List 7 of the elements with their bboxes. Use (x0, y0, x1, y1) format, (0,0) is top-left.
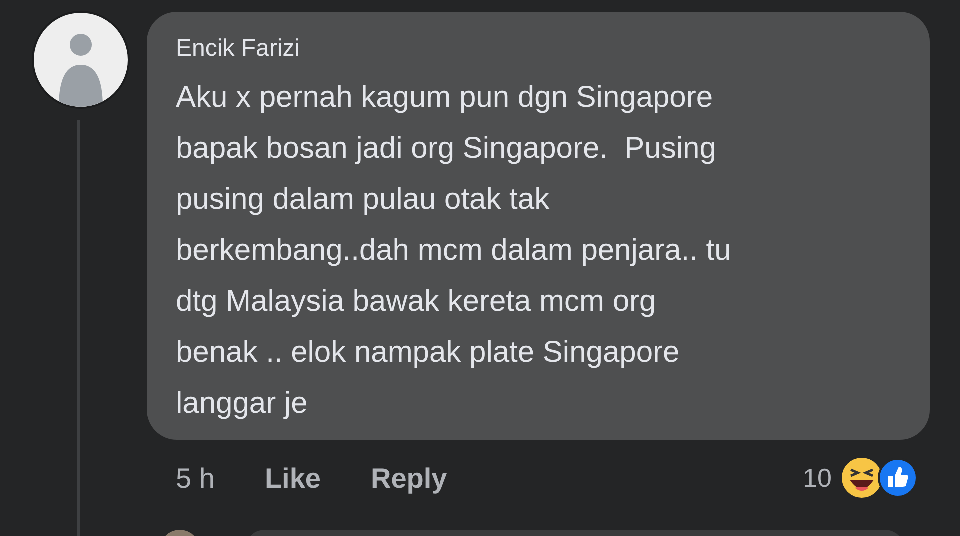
author-name[interactable]: Encik Farizi (176, 34, 300, 64)
reaction-count[interactable]: 10 (803, 458, 832, 498)
timestamp: 5 h (176, 462, 215, 496)
comment-text: Aku x pernah kagum pun dgn Singapore bapak bosan jadi org Singapore. Pusing pusing dalam pulau otak tak berkembang..dah mcm dalam penjara.. tu dtg Malaysia bawak kereta mcm org benak .. elok nampak plate Singapore langgar je (176, 80, 732, 422)
reply-link[interactable]: Reply (370, 462, 448, 496)
like-link[interactable]: Like (264, 462, 321, 496)
thumbs-up-icon (878, 458, 918, 498)
